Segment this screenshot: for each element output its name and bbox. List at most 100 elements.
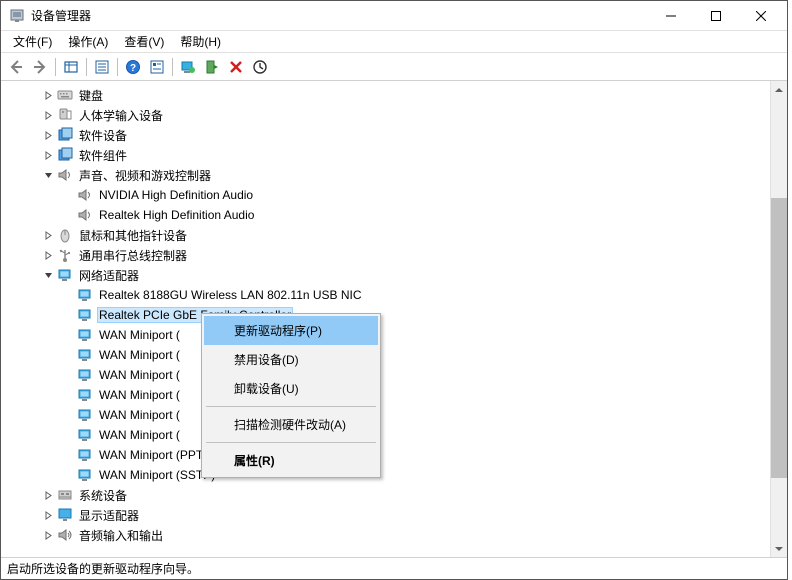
vertical-scrollbar[interactable] [770, 81, 787, 557]
tree-node[interactable]: 键盘 [3, 85, 787, 105]
tree-node[interactable]: WAN Miniport (SSTP) [3, 465, 787, 485]
tree-node-label: 软件设备 [77, 126, 129, 145]
network-icon [77, 307, 93, 323]
tree-node[interactable]: 系统设备 [3, 485, 787, 505]
network-icon [77, 367, 93, 383]
menu-file[interactable]: 文件(F) [5, 31, 60, 52]
tree-node-label: 网络适配器 [77, 266, 141, 285]
tree-node[interactable]: Realtek PCIe GbE Family Controller [3, 305, 787, 325]
chevron-right-icon[interactable] [41, 108, 55, 122]
network-icon [77, 287, 93, 303]
tree-node[interactable]: WAN Miniport (PPTP) [3, 445, 787, 465]
menubar: 文件(F) 操作(A) 查看(V) 帮助(H) [1, 31, 787, 53]
tree-node[interactable]: WAN Miniport ( [3, 385, 787, 405]
menu-view[interactable]: 查看(V) [116, 31, 172, 52]
toolbar-details-button[interactable] [146, 56, 168, 78]
network-icon [77, 467, 93, 483]
toolbar-help-button[interactable]: ? [122, 56, 144, 78]
ctx-disable-device[interactable]: 禁用设备(D) [204, 345, 378, 374]
expander-none [61, 308, 75, 322]
ctx-uninstall-device[interactable]: 卸载设备(U) [204, 374, 378, 403]
tree-node-label: 人体学输入设备 [77, 106, 165, 125]
menu-help[interactable]: 帮助(H) [172, 31, 229, 52]
tree-node[interactable]: Realtek High Definition Audio [3, 205, 787, 225]
chevron-right-icon[interactable] [41, 488, 55, 502]
tree-node[interactable]: 鼠标和其他指针设备 [3, 225, 787, 245]
toolbar-enable-button[interactable] [249, 56, 271, 78]
toolbar-back-button[interactable] [5, 56, 27, 78]
toolbar-uninstall-button[interactable] [225, 56, 247, 78]
chevron-right-icon[interactable] [41, 88, 55, 102]
device-tree-container: 键盘人体学输入设备软件设备软件组件声音、视频和游戏控制器 NVIDIA High … [1, 81, 787, 557]
tree-node-label: 软件组件 [77, 146, 129, 165]
tree-node[interactable]: WAN Miniport ( [3, 365, 787, 385]
chevron-right-icon[interactable] [41, 248, 55, 262]
toolbar-show-hidden-button[interactable] [60, 56, 82, 78]
tree-node-label: 通用串行总线控制器 [77, 246, 189, 265]
expander-none [61, 348, 75, 362]
toolbar-scan-hardware-button[interactable] [201, 56, 223, 78]
toolbar-separator [172, 58, 173, 76]
ctx-properties[interactable]: 属性(R) [204, 446, 378, 475]
ctx-separator [206, 406, 376, 407]
expander-none [61, 208, 75, 222]
maximize-button[interactable] [693, 2, 738, 30]
tree-node[interactable]: 软件设备 [3, 125, 787, 145]
ctx-scan-hardware[interactable]: 扫描检测硬件改动(A) [204, 410, 378, 439]
toolbar-update-driver-button[interactable] [177, 56, 199, 78]
tree-node[interactable]: 通用串行总线控制器 [3, 245, 787, 265]
keyboard-icon [57, 87, 73, 103]
minimize-button[interactable] [648, 2, 693, 30]
tree-node-label: NVIDIA High Definition Audio [97, 187, 255, 203]
chevron-right-icon[interactable] [41, 528, 55, 542]
network-icon [77, 427, 93, 443]
speaker-icon [77, 187, 93, 203]
chevron-down-icon[interactable] [41, 168, 55, 182]
tree-node[interactable]: 网络适配器 [3, 265, 787, 285]
tree-node[interactable]: WAN Miniport ( [3, 405, 787, 425]
toolbar-forward-button[interactable] [29, 56, 51, 78]
device-tree[interactable]: 键盘人体学输入设备软件设备软件组件声音、视频和游戏控制器 NVIDIA High … [1, 81, 787, 549]
tree-node[interactable]: Realtek 8188GU Wireless LAN 802.11n USB … [3, 285, 787, 305]
context-menu: 更新驱动程序(P) 禁用设备(D) 卸载设备(U) 扫描检测硬件改动(A) 属性… [201, 313, 381, 478]
ctx-update-driver[interactable]: 更新驱动程序(P) [204, 316, 378, 345]
statusbar: 启动所选设备的更新驱动程序向导。 [1, 557, 787, 579]
usb-icon [57, 247, 73, 263]
chevron-right-icon[interactable] [41, 508, 55, 522]
tree-node[interactable]: 声音、视频和游戏控制器 [3, 165, 787, 185]
tree-node[interactable]: 软件组件 [3, 145, 787, 165]
scroll-thumb[interactable] [771, 198, 787, 478]
network-icon [77, 447, 93, 463]
chevron-right-icon[interactable] [41, 128, 55, 142]
expander-none [61, 388, 75, 402]
toolbar-properties-button[interactable] [91, 56, 113, 78]
software-icon [57, 127, 73, 143]
software-icon [57, 147, 73, 163]
tree-node[interactable]: 音频输入和输出 [3, 525, 787, 545]
tree-node[interactable]: WAN Miniport ( [3, 345, 787, 365]
toolbar-separator [55, 58, 56, 76]
tree-node[interactable]: 显示适配器 [3, 505, 787, 525]
tree-node[interactable]: WAN Miniport ( [3, 425, 787, 445]
menu-action[interactable]: 操作(A) [60, 31, 116, 52]
chevron-right-icon[interactable] [41, 148, 55, 162]
scroll-up-button[interactable] [771, 81, 787, 98]
ctx-properties-label: 属性(R) [234, 454, 275, 468]
chevron-down-icon[interactable] [41, 268, 55, 282]
close-button[interactable] [738, 2, 783, 30]
hid-icon [57, 107, 73, 123]
mouse-icon [57, 227, 73, 243]
tree-node-label: 显示适配器 [77, 506, 141, 525]
network-icon [77, 327, 93, 343]
tree-node[interactable]: NVIDIA High Definition Audio [3, 185, 787, 205]
toolbar-separator [117, 58, 118, 76]
speaker-icon [77, 207, 93, 223]
chevron-right-icon[interactable] [41, 228, 55, 242]
network-icon [57, 267, 73, 283]
tree-node[interactable]: 人体学输入设备 [3, 105, 787, 125]
network-icon [77, 347, 93, 363]
scroll-down-button[interactable] [771, 540, 787, 557]
app-icon [9, 8, 25, 24]
system-icon [57, 487, 73, 503]
tree-node[interactable]: WAN Miniport ( [3, 325, 787, 345]
